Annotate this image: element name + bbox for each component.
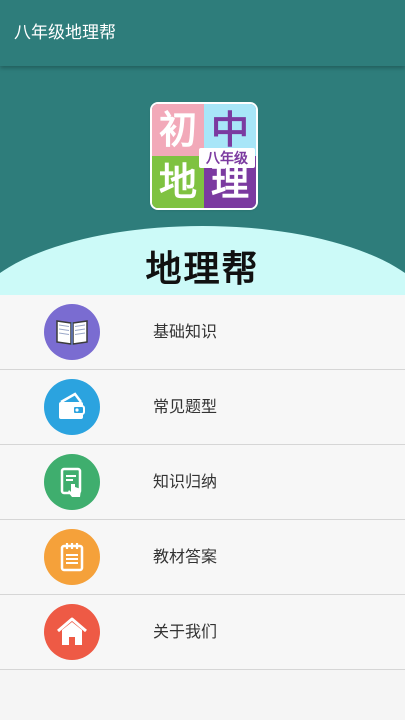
menu-item-label: 知识归纳 <box>153 472 218 491</box>
notepad-icon <box>44 529 100 585</box>
menu-item-label: 关于我们 <box>153 622 218 641</box>
menu-item-label: 基础知识 <box>153 322 218 341</box>
wallet-icon <box>44 379 100 435</box>
logo-char-bottom-left: 地 <box>152 156 204 208</box>
app-bar: 八年级地理帮 <box>0 0 405 66</box>
home-icon <box>44 604 100 660</box>
menu-item-common-questions[interactable]: 常见题型 <box>0 370 405 445</box>
menu-item-basic-knowledge[interactable]: 基础知识 <box>0 295 405 370</box>
menu-item-textbook-answers[interactable]: 教材答案 <box>0 520 405 595</box>
logo-grade-badge: 八年级 <box>199 148 255 168</box>
menu-item-label: 教材答案 <box>153 547 218 566</box>
app-title: 八年级地理帮 <box>14 23 116 43</box>
app-logo: 初 中 地 理 八年级 <box>152 104 256 208</box>
main-menu: 基础知识 常见题型 知识归纳 教材答案 关于我们 <box>0 295 405 670</box>
logo-char-top-left: 初 <box>152 104 204 156</box>
book-icon <box>44 304 100 360</box>
touch-document-icon <box>44 454 100 510</box>
menu-item-knowledge-summary[interactable]: 知识归纳 <box>0 445 405 520</box>
header-banner: 初 中 地 理 八年级 地理帮 <box>0 66 405 295</box>
menu-item-label: 常见题型 <box>153 397 218 416</box>
app-name-heading: 地理帮 <box>145 249 260 290</box>
menu-item-about-us[interactable]: 关于我们 <box>0 595 405 670</box>
